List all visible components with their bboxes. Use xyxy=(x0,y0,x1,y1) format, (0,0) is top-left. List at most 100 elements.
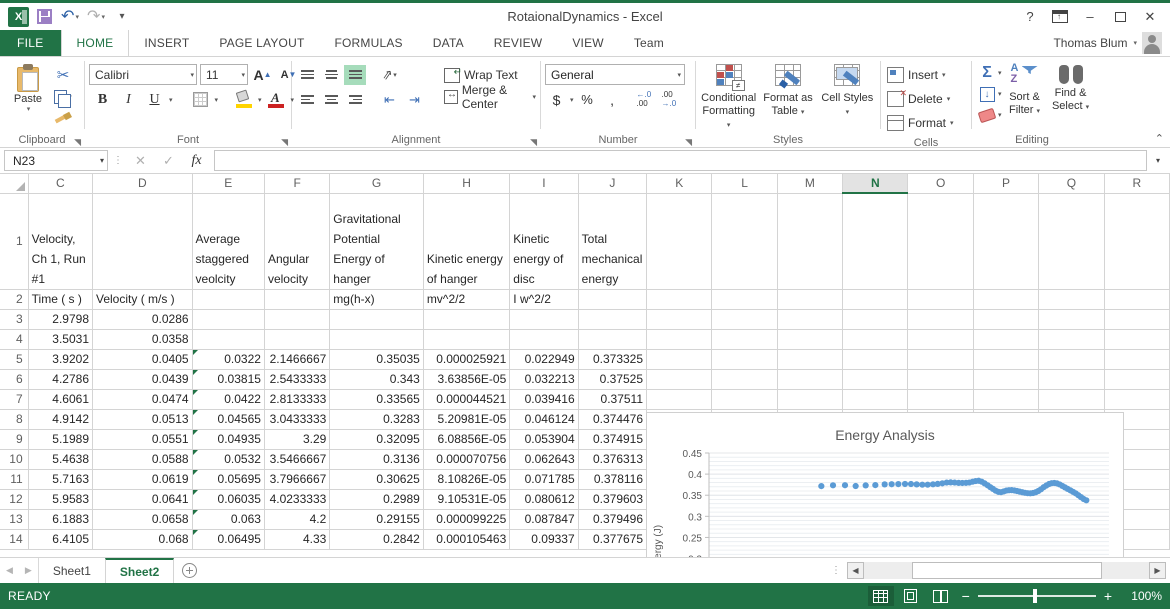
underline-button[interactable]: U xyxy=(143,89,166,110)
cell-J10[interactable]: 0.376313 xyxy=(578,449,648,470)
borders-button[interactable] xyxy=(189,89,212,110)
tab-review[interactable]: REVIEW xyxy=(479,30,558,56)
cell-G5[interactable]: 0.35035 xyxy=(329,349,424,370)
row-header-11[interactable]: 11 xyxy=(0,469,29,490)
clipboard-dialog-launcher-icon[interactable]: ◥ xyxy=(74,137,81,148)
cell-E5[interactable]: 0.0322 xyxy=(192,349,265,370)
cell-C5[interactable]: 3.9202 xyxy=(28,349,94,370)
page-layout-view-button[interactable] xyxy=(898,586,924,606)
cell-H12[interactable]: 9.10531E-05 xyxy=(423,489,511,510)
cancel-entry-icon[interactable]: ✕ xyxy=(128,150,153,171)
bottom-align-button[interactable] xyxy=(344,64,366,85)
cell-G3[interactable] xyxy=(329,309,424,330)
row-header-5[interactable]: 5 xyxy=(0,349,29,370)
cell-Q4[interactable] xyxy=(1038,329,1105,350)
cell-D12[interactable]: 0.0641 xyxy=(92,489,193,510)
column-header-Q[interactable]: Q xyxy=(1038,174,1105,194)
cell-J9[interactable]: 0.374915 xyxy=(578,429,648,450)
cell-L6[interactable] xyxy=(711,369,778,390)
cell-H8[interactable]: 5.20981E-05 xyxy=(423,409,511,430)
middle-align-button[interactable] xyxy=(320,65,342,85)
delete-cells-button[interactable]: Delete ▾ xyxy=(885,87,950,111)
zoom-slider[interactable] xyxy=(977,589,1096,603)
cell-D4[interactable]: 0.0358 xyxy=(92,329,193,350)
cell-F1[interactable]: Angular velocity xyxy=(264,193,331,290)
ribbon-display-options-icon[interactable] xyxy=(1046,5,1074,29)
cell-R4[interactable] xyxy=(1104,329,1170,350)
tab-team[interactable]: Team xyxy=(619,30,679,56)
cell-Q3[interactable] xyxy=(1038,309,1105,330)
cell-D10[interactable]: 0.0588 xyxy=(92,449,193,470)
cell-O5[interactable] xyxy=(907,349,974,370)
close-icon[interactable]: ✕ xyxy=(1136,5,1164,29)
cell-E4[interactable] xyxy=(192,329,265,350)
cell-F4[interactable] xyxy=(264,329,331,350)
zoom-level[interactable]: 100% xyxy=(1120,589,1162,603)
cell-D2[interactable]: Velocity ( m/s ) xyxy=(92,289,193,310)
select-all-corner[interactable] xyxy=(0,174,29,194)
tab-insert[interactable]: INSERT xyxy=(129,30,204,56)
format-as-table-button[interactable]: Format as Table ▾ xyxy=(759,62,816,119)
cell-D7[interactable]: 0.0474 xyxy=(92,389,193,410)
cell-G9[interactable]: 0.32095 xyxy=(329,429,424,450)
cell-P5[interactable] xyxy=(973,349,1040,370)
cell-H11[interactable]: 8.10826E-05 xyxy=(423,469,511,490)
cell-O7[interactable] xyxy=(907,389,974,410)
page-break-view-button[interactable] xyxy=(928,586,954,606)
confirm-entry-icon[interactable]: ✓ xyxy=(156,150,181,171)
cell-F12[interactable]: 4.0233333 xyxy=(264,489,331,510)
cell-M2[interactable] xyxy=(777,289,844,310)
chart-energy-analysis[interactable]: Energy Analysis 00.050.10.150.20.250.30.… xyxy=(646,412,1124,557)
formula-bar-handle[interactable]: ⋮ xyxy=(111,155,125,165)
cell-D6[interactable]: 0.0439 xyxy=(92,369,193,390)
row-header-7[interactable]: 7 xyxy=(0,389,29,410)
cell-F7[interactable]: 2.8133333 xyxy=(264,389,331,410)
bold-button[interactable]: B xyxy=(91,89,114,110)
cell-F11[interactable]: 3.7966667 xyxy=(264,469,331,490)
font-color-button[interactable]: A xyxy=(265,89,288,110)
cell-G2[interactable]: mg(h-x) xyxy=(329,289,424,310)
cell-C7[interactable]: 4.6061 xyxy=(28,389,94,410)
scrollbar-track[interactable] xyxy=(864,562,1149,579)
cell-C2[interactable]: Time ( s ) xyxy=(28,289,94,310)
align-right-button[interactable] xyxy=(344,90,366,110)
cell-styles-button[interactable]: Cell Styles ▾ xyxy=(819,62,876,119)
cell-H2[interactable]: mv^2/2 xyxy=(423,289,511,310)
tab-view[interactable]: VIEW xyxy=(557,30,618,56)
cell-R5[interactable] xyxy=(1104,349,1170,370)
tab-file[interactable]: FILE xyxy=(0,30,61,56)
restore-icon[interactable] xyxy=(1106,5,1134,29)
cell-C8[interactable]: 4.9142 xyxy=(28,409,94,430)
find-select-button[interactable]: Find & Select ▾ xyxy=(1048,63,1094,114)
cell-H3[interactable] xyxy=(423,309,511,330)
insert-chevron-down-icon[interactable]: ▾ xyxy=(942,71,946,79)
column-header-M[interactable]: M xyxy=(777,174,844,194)
cell-N1[interactable] xyxy=(842,193,909,290)
font-dialog-launcher-icon[interactable]: ◥ xyxy=(281,137,288,148)
sort-filter-button[interactable]: AZ Sort & Filter ▾ xyxy=(1002,63,1048,118)
cell-R1[interactable] xyxy=(1104,193,1170,290)
horizontal-scrollbar[interactable]: ⋮ ◀ ▶ xyxy=(825,558,1170,583)
decrease-indent-button[interactable]: ⇤ xyxy=(378,89,401,110)
column-header-I[interactable]: I xyxy=(509,174,579,194)
cut-button[interactable]: ✂ xyxy=(52,65,74,85)
cell-E2[interactable] xyxy=(192,289,265,310)
insert-cells-button[interactable]: Insert ▾ xyxy=(885,63,946,87)
next-sheet-icon[interactable]: ▶ xyxy=(25,565,32,576)
cell-I7[interactable]: 0.039416 xyxy=(509,389,579,410)
cell-G13[interactable]: 0.29155 xyxy=(329,509,424,530)
cell-D11[interactable]: 0.0619 xyxy=(92,469,193,490)
cell-J11[interactable]: 0.378116 xyxy=(578,469,648,490)
cell-J12[interactable]: 0.379603 xyxy=(578,489,648,510)
cell-Q7[interactable] xyxy=(1038,389,1105,410)
column-header-H[interactable]: H xyxy=(423,174,511,194)
cell-N4[interactable] xyxy=(842,329,909,350)
tab-home[interactable]: HOME xyxy=(60,30,130,56)
cell-Q2[interactable] xyxy=(1038,289,1105,310)
cell-R6[interactable] xyxy=(1104,369,1170,390)
cell-G4[interactable] xyxy=(329,329,424,350)
cell-L5[interactable] xyxy=(711,349,778,370)
cell-J1[interactable]: Total mechanical energy xyxy=(578,193,648,290)
alignment-dialog-launcher-icon[interactable]: ◥ xyxy=(530,137,537,148)
align-center-button[interactable] xyxy=(320,90,342,110)
